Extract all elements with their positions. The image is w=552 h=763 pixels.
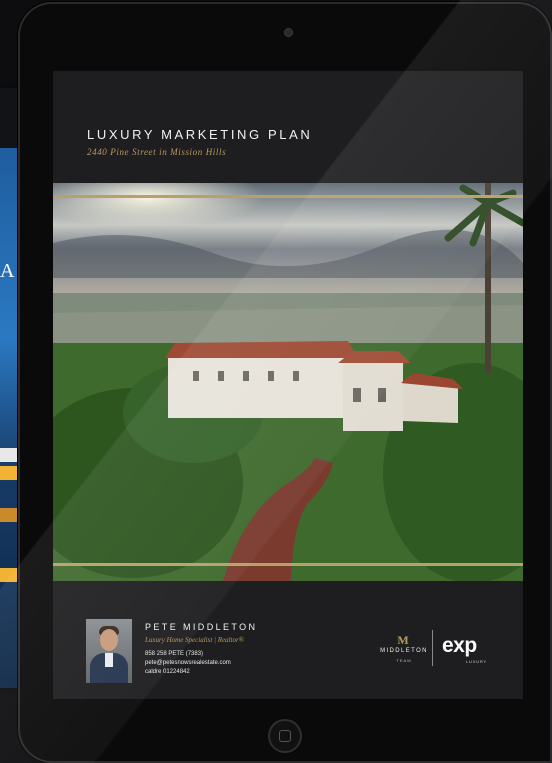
- top-gold-line: [53, 195, 523, 198]
- document-subtitle: 2440 Pine Street in Mission Hills: [87, 147, 227, 157]
- home-square-icon: [279, 730, 291, 742]
- tablet-device: LUXURY MARKETING PLAN 2440 Pine Street i…: [18, 2, 552, 763]
- agent-name: PETE MIDDLETON: [145, 622, 258, 632]
- agent-phone: 858 258 PETE (7383): [145, 651, 204, 657]
- document-screen: LUXURY MARKETING PLAN 2440 Pine Street i…: [53, 71, 523, 699]
- team-logo-name: MIDDLETON: [380, 648, 428, 654]
- brokerage-logo: exp: [442, 634, 477, 657]
- background-stripe: [0, 508, 18, 522]
- logo-divider: [432, 630, 433, 666]
- photo-illustration: [53, 183, 523, 581]
- bottom-gold-line: [53, 563, 523, 566]
- team-logo-sub: TEAM: [396, 658, 412, 663]
- background-stripe: [0, 466, 18, 480]
- background-stripe: [0, 568, 18, 582]
- team-logo-mark: M: [397, 633, 409, 647]
- background-tablet-letter: A: [0, 260, 16, 282]
- agent-role: Luxury Home Specialist | Realtor®: [145, 636, 245, 644]
- agent-headshot: [86, 619, 132, 683]
- background-stripe: [0, 448, 18, 462]
- home-button[interactable]: [268, 719, 302, 753]
- agent-email: pete@petesnowsrealestate.com: [145, 660, 231, 666]
- agent-license: caldre 01224842: [145, 669, 190, 675]
- aerial-mansion-photo: [53, 183, 523, 581]
- background-tablet-screen: A: [0, 148, 18, 688]
- camera-icon: [285, 29, 292, 36]
- document-title: LUXURY MARKETING PLAN: [87, 127, 313, 142]
- brokerage-logo-sub: LUXURY: [466, 659, 487, 664]
